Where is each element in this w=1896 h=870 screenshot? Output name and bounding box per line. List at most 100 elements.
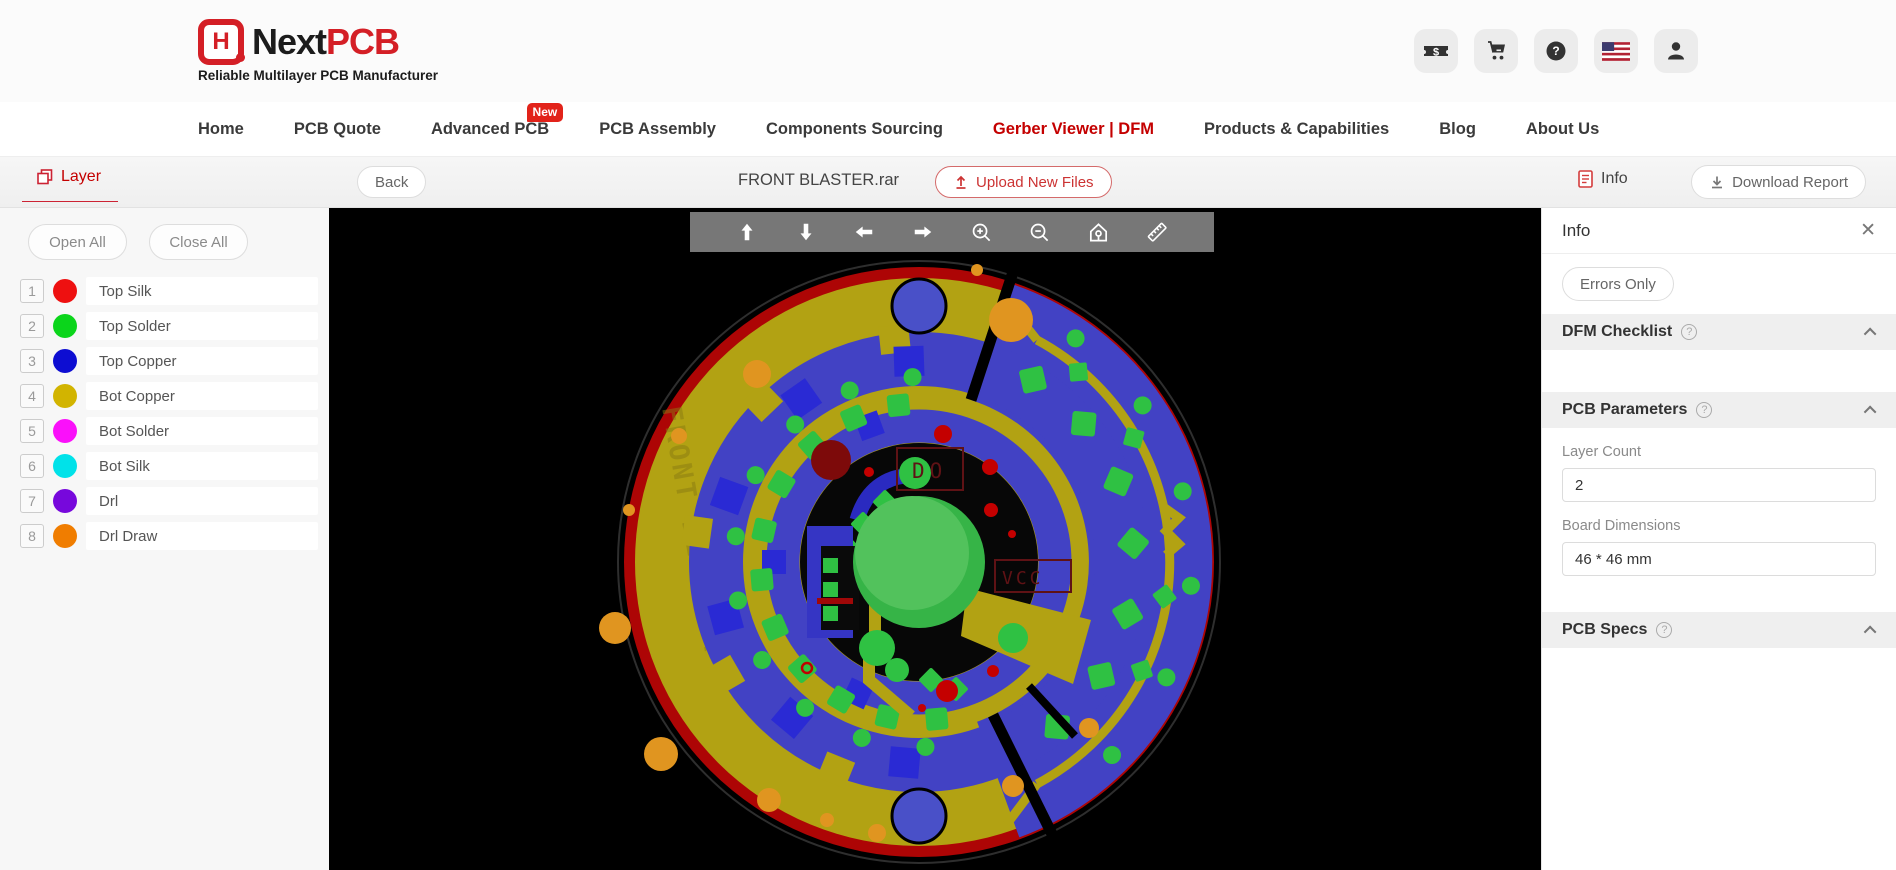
nav-blog[interactable]: Blog [1439,120,1476,139]
info-panel: Info ✕ Errors Only DFM Checklist ? PCB P… [1541,208,1896,870]
layer-row-drl[interactable]: 7 Drl [20,487,329,515]
layer-color-swatch[interactable] [53,279,77,303]
section-dfm-checklist[interactable]: DFM Checklist ? [1542,314,1896,350]
info-label[interactable]: Info [1578,170,1628,188]
close-icon[interactable]: ✕ [1860,219,1876,242]
zoom-out-icon [1028,221,1051,244]
nav-pcb-quote[interactable]: PCB Quote [294,120,381,139]
layer-row-bot-copper[interactable]: 4 Bot Copper [20,382,329,410]
dfm-section-body [1542,350,1896,392]
layer-list: 1 Top Silk 2 Top Solder 3 Top Copper 4 B… [0,277,329,550]
zoom-out-button[interactable] [1027,219,1053,245]
measure-button[interactable] [1144,219,1170,245]
move-down-icon [795,221,817,243]
zoom-in-icon [970,221,993,244]
layers-icon [36,168,54,186]
layer-color-swatch[interactable] [53,524,77,548]
nav-home[interactable]: Home [198,120,244,139]
language-button[interactable] [1594,29,1638,73]
download-report-button[interactable]: Download Report [1691,165,1866,199]
coupon-button[interactable]: $ [1414,29,1458,73]
back-button[interactable]: Back [357,166,426,198]
nav-components-sourcing[interactable]: Components Sourcing [766,120,943,139]
nav-pcb-assembly[interactable]: PCB Assembly [599,120,716,139]
layer-color-swatch[interactable] [53,454,77,478]
download-icon [1709,174,1725,190]
help-circle-icon[interactable]: ? [1656,622,1672,638]
silk-label-do: DO [912,459,947,483]
nav-products-capabilities[interactable]: Products & Capabilities [1204,120,1389,139]
user-icon [1664,39,1688,63]
layer-color-swatch[interactable] [53,384,77,408]
errors-only-button[interactable]: Errors Only [1562,267,1674,301]
layer-sidebar: Open All Close All 1 Top Silk 2 Top Sold… [0,208,329,870]
section-pcb-parameters[interactable]: PCB Parameters ? [1542,392,1896,428]
zoom-in-button[interactable] [968,219,994,245]
coupon-icon: $ [1422,41,1450,61]
language-flag-us-icon [1602,42,1630,61]
layer-color-swatch[interactable] [53,419,77,443]
pcb-parameters-body: Layer Count Board Dimensions [1542,428,1896,612]
help-circle-icon[interactable]: ? [1681,324,1697,340]
move-left-icon [853,221,875,243]
help-circle-icon[interactable]: ? [1696,402,1712,418]
layer-color-swatch[interactable] [53,349,77,373]
logo-tagline: Reliable Multilayer PCB Manufacturer [198,68,438,83]
tab-layer-underline [22,201,118,202]
layer-row-top-silk[interactable]: 1 Top Silk [20,277,329,305]
layer-row-bot-silk[interactable]: 6 Bot Silk [20,452,329,480]
cart-icon [1484,39,1508,63]
close-all-button[interactable]: Close All [149,224,248,260]
help-icon: ? [1544,39,1568,63]
collapse-chevron-icon[interactable] [1864,327,1877,340]
layer-count-input[interactable] [1562,468,1876,502]
reset-view-button[interactable] [1085,219,1111,245]
header-actions: $ ? [1414,29,1698,73]
viewer-toolbar: Layer Back FRONT BLASTER.rar Upload New … [0,157,1896,208]
layer-row-bot-solder[interactable]: 5 Bot Solder [20,417,329,445]
move-right-button[interactable] [910,219,936,245]
layer-color-swatch[interactable] [53,489,77,513]
canvas-toolbar [690,212,1214,252]
move-down-button[interactable] [793,219,819,245]
board-dimensions-input[interactable] [1562,542,1876,576]
section-pcb-specs[interactable]: PCB Specs ? [1542,612,1896,648]
layer-row-top-solder[interactable]: 2 Top Solder [20,312,329,340]
top-header: H NextPCB Reliable Multilayer PCB Manufa… [0,0,1896,102]
cart-button[interactable] [1474,29,1518,73]
main-nav: Home PCB Quote Advanced PCB New PCB Asse… [0,102,1896,157]
nav-gerber-viewer-dfm[interactable]: Gerber Viewer | DFM [993,120,1154,139]
measure-ruler-icon [1145,220,1169,244]
new-badge: New [527,103,564,122]
logo-wordmark: NextPCB [252,21,399,63]
board-dimensions-label: Board Dimensions [1562,518,1876,534]
logo-h-icon: H [198,19,244,65]
help-button[interactable]: ? [1534,29,1578,73]
layer-row-drl-draw[interactable]: 8 Drl Draw [20,522,329,550]
collapse-chevron-icon[interactable] [1864,405,1877,418]
collapse-chevron-icon[interactable] [1864,625,1877,638]
layer-count-label: Layer Count [1562,444,1876,460]
svg-text:?: ? [1552,44,1559,58]
layer-row-top-copper[interactable]: 3 Top Copper [20,347,329,375]
nextpcb-logo[interactable]: H NextPCB Reliable Multilayer PCB Manufa… [198,19,438,83]
tab-layer[interactable]: Layer [36,168,101,186]
move-up-icon [736,221,758,243]
account-button[interactable] [1654,29,1698,73]
nav-advanced-pcb[interactable]: Advanced PCB New [431,120,549,139]
upload-new-files-button[interactable]: Upload New Files [935,166,1112,198]
gerber-canvas[interactable]: FRONT BLASTER [329,208,1541,870]
uploaded-filename: FRONT BLASTER.rar [738,171,899,190]
layer-color-swatch[interactable] [53,314,77,338]
document-icon [1578,170,1593,188]
move-left-button[interactable] [851,219,877,245]
upload-icon [953,174,969,190]
home-icon [1087,221,1110,244]
move-right-icon [912,221,934,243]
svg-text:$: $ [1433,47,1439,59]
silk-label-vcc: VCC [1002,568,1044,589]
move-up-button[interactable] [734,219,760,245]
open-all-button[interactable]: Open All [28,224,127,260]
nav-about-us[interactable]: About Us [1526,120,1599,139]
pcb-board-render: FRONT BLASTER [329,208,1541,870]
